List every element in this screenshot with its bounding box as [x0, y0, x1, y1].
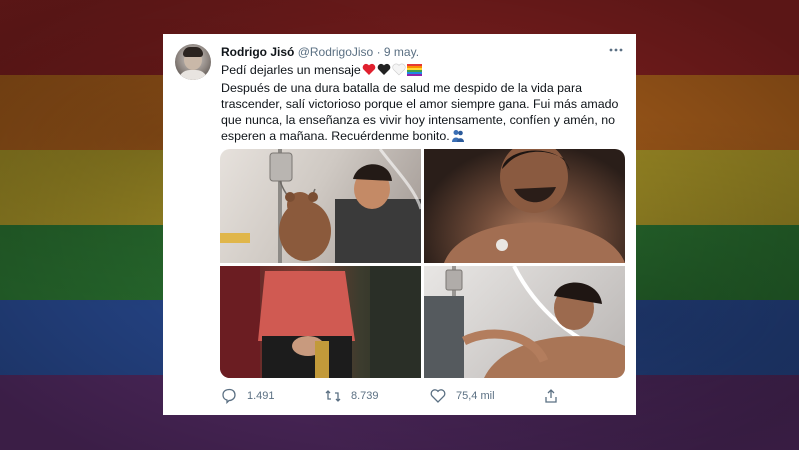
more-icon[interactable]	[608, 42, 624, 61]
tweet-header: Rodrigo Jisó @RodrigoJiso · 9 may.	[221, 44, 419, 60]
photo-grid[interactable]	[220, 149, 625, 378]
hugging-people-icon	[451, 129, 465, 146]
reply-action[interactable]: 1.491	[221, 388, 275, 404]
heart-icon[interactable]	[430, 388, 446, 404]
photo-hospital-teddy-bear[interactable]	[220, 149, 421, 263]
rainbow-flag-icon	[406, 64, 422, 80]
retweet-icon[interactable]	[325, 388, 341, 404]
red-heart-icon	[362, 63, 376, 80]
tweet-text-body: Después de una dura batalla de salud me …	[221, 81, 619, 143]
separator: ·	[376, 45, 381, 59]
photo-shirtless-portrait[interactable]	[424, 149, 625, 263]
photo-hospital-bed[interactable]	[424, 266, 625, 378]
photo-red-sweater-seated[interactable]	[220, 266, 421, 378]
white-heart-icon	[392, 63, 406, 80]
reply-icon[interactable]	[221, 388, 237, 404]
tweet-card[interactable]: Rodrigo Jisó @RodrigoJiso · 9 may. Pedí …	[163, 34, 636, 415]
like-count: 75,4 mil	[456, 390, 495, 402]
tweet-text-line1: Pedí dejarles un mensaje	[221, 63, 361, 77]
black-heart-icon	[377, 63, 391, 80]
retweet-count: 8.739	[351, 390, 379, 402]
tweet-text: Pedí dejarles un mensaje Después de una …	[221, 62, 626, 146]
like-action[interactable]: 75,4 mil	[430, 388, 495, 404]
author-handle[interactable]: @RodrigoJiso	[298, 45, 374, 59]
avatar[interactable]	[175, 44, 211, 80]
retweet-action[interactable]: 8.739	[325, 388, 379, 404]
tweet-actions: 1.491 8.739 75,4 mil	[221, 388, 621, 408]
tweet-date[interactable]: 9 may.	[384, 45, 419, 59]
author-name[interactable]: Rodrigo Jisó	[221, 45, 294, 59]
reply-count: 1.491	[247, 390, 275, 402]
share-icon[interactable]	[543, 388, 559, 404]
share-action[interactable]	[543, 388, 559, 404]
